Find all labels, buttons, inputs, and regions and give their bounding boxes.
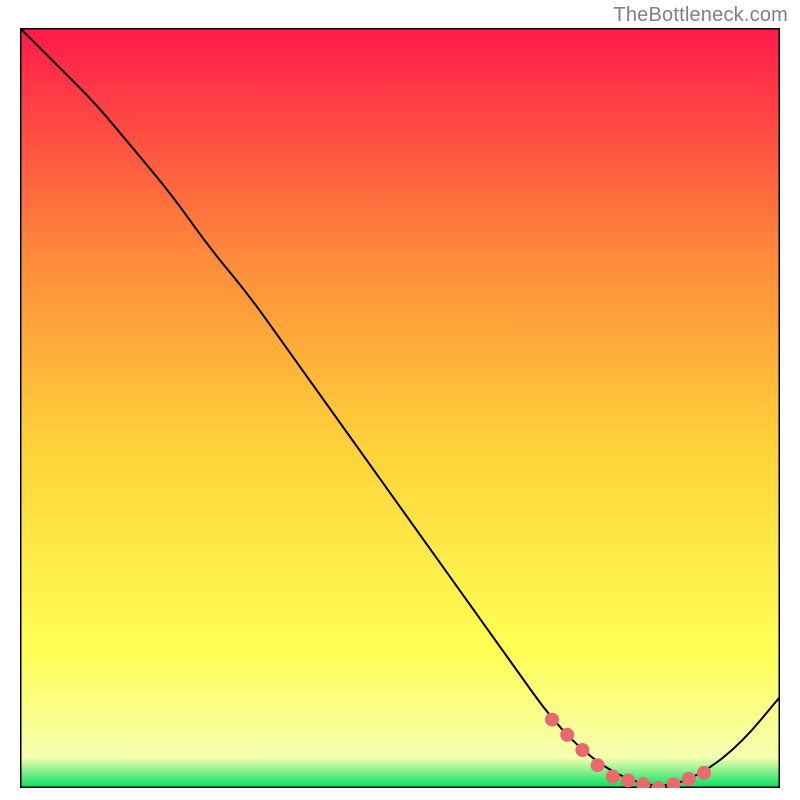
highlight-marker	[560, 728, 574, 742]
highlight-marker	[606, 770, 620, 784]
gradient-background	[20, 28, 780, 788]
watermark-text: TheBottleneck.com	[613, 4, 788, 27]
highlight-marker	[545, 713, 559, 727]
highlight-marker	[575, 743, 589, 757]
highlight-marker	[682, 772, 696, 786]
highlight-marker	[591, 758, 605, 772]
chart-svg	[20, 28, 780, 788]
chart-stage: TheBottleneck.com	[0, 0, 800, 800]
chart-plot-area	[20, 28, 780, 788]
highlight-marker	[697, 766, 711, 780]
highlight-marker	[621, 773, 635, 787]
